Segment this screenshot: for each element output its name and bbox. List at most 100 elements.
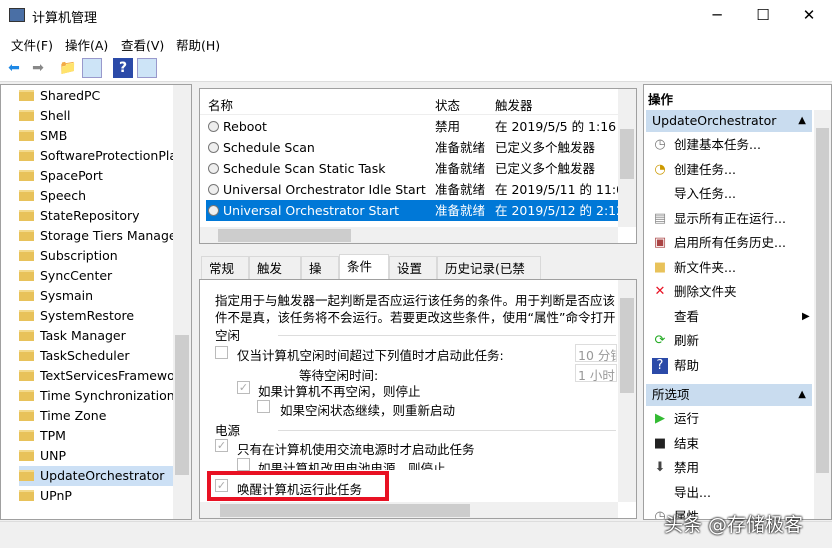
tree-item[interactable]: Subscription [19, 246, 174, 266]
tree-item[interactable]: TaskScheduler [19, 346, 174, 366]
restart-idle-checkbox[interactable] [257, 400, 270, 413]
minimize-button[interactable]: ─ [694, 0, 740, 32]
window-title: 计算机管理 [32, 11, 98, 26]
tree-item[interactable]: Shell [19, 106, 174, 126]
close-button[interactable]: ✕ [786, 0, 832, 32]
tree-item[interactable]: SystemRestore [19, 306, 174, 326]
delete-folder-icon: ✕ [654, 284, 666, 299]
tree-item[interactable]: Speech [19, 186, 174, 206]
collapse-icon[interactable]: ▲ [798, 110, 806, 132]
show-hide-tree-icon[interactable] [82, 58, 102, 78]
maximize-button[interactable]: ☐ [740, 0, 786, 32]
task-list-hscroll[interactable] [200, 227, 618, 243]
column-name[interactable]: 名称 [208, 95, 233, 114]
menu-action[interactable]: 操作(A) [65, 35, 108, 54]
tree-item-label: SharedPC [40, 88, 101, 103]
action-item[interactable]: ■ 新文件夹... [652, 256, 812, 280]
action-item[interactable]: 导入任务... [652, 182, 812, 206]
actions-scrollbar[interactable] [814, 110, 831, 519]
tree-item-label: Shell [40, 108, 71, 123]
tab-2[interactable]: 操作 [301, 256, 339, 299]
menu-file[interactable]: 文件(F) [11, 35, 53, 54]
task-list-vscroll[interactable] [618, 89, 636, 227]
tree-item[interactable]: StateRepository [19, 206, 174, 226]
tree-item[interactable]: UPnP [19, 486, 174, 506]
tree-item-label: Sysmain [40, 288, 94, 303]
tree-item[interactable]: UpdateOrchestrator [19, 466, 174, 486]
action-item[interactable]: ⟳ 刷新 [652, 329, 812, 353]
forward-icon[interactable]: ➡ [28, 58, 48, 78]
tree-item[interactable]: SpacePort [19, 166, 174, 186]
section-selected-item[interactable]: 所选项 ▲ [646, 384, 812, 406]
column-trigger[interactable]: 触发器 [495, 95, 533, 114]
action-label: 显示所有正在运行... [674, 210, 786, 226]
conditions-vscroll[interactable] [618, 280, 636, 502]
task-row[interactable]: Universal Orchestrator Idle Start 准备就绪在 2… [206, 179, 618, 200]
action-item[interactable]: ▶ 运行 [652, 407, 812, 431]
folder-icon [19, 190, 34, 201]
help-icon[interactable]: ? [113, 58, 133, 78]
action-item[interactable]: ⬇ 禁用 [652, 456, 812, 480]
stop-battery-checkbox[interactable] [237, 458, 250, 471]
tree-item[interactable]: SharedPC [19, 86, 174, 106]
action-item[interactable]: ▤ 显示所有正在运行... [652, 207, 812, 231]
tree-item[interactable]: Storage Tiers Manager [19, 226, 174, 246]
conditions-hscroll[interactable] [200, 502, 618, 518]
task-name: Schedule Scan Static Task [223, 161, 386, 176]
action-item[interactable]: ◷ 创建基本任务... [652, 133, 812, 157]
task-trigger: 在 2019/5/12 的 2:12 [495, 203, 618, 218]
show-hide-action-pane-icon[interactable] [137, 58, 157, 78]
menu-view[interactable]: 查看(V) [121, 35, 164, 54]
tree-item[interactable]: SMB [19, 126, 174, 146]
action-item[interactable]: ✕ 删除文件夹 [652, 280, 812, 304]
menu-help[interactable]: 帮助(H) [176, 35, 220, 54]
tab-4[interactable]: 设置 [389, 256, 437, 279]
action-item[interactable]: ▣ 启用所有任务历史... [652, 231, 812, 255]
tree-item[interactable]: Task Manager [19, 326, 174, 346]
task-row[interactable]: Reboot 禁用 在 2019/5/5 的 1:16 日 [206, 116, 618, 137]
tab-1[interactable]: 触发器 [249, 256, 301, 299]
computer-management-icon [9, 8, 25, 22]
tree-scrollbar[interactable] [173, 85, 191, 519]
task-row[interactable]: Schedule Scan 准备就绪 已定义多个触发器 [206, 137, 618, 158]
action-item[interactable]: ? 帮助 [652, 354, 812, 378]
idle-section-header: 空闲 [215, 328, 241, 343]
tree-item[interactable]: TPM [19, 426, 174, 446]
clock-icon [208, 163, 219, 174]
stop-idle-label: 如果计算机不再空闲，则停止 [258, 384, 421, 399]
tree-item[interactable]: Time Zone [19, 406, 174, 426]
tree-item-label: Time Zone [40, 408, 107, 423]
back-icon[interactable]: ⬅ [4, 58, 24, 78]
tree-item[interactable]: SoftwareProtectionPlat [19, 146, 174, 166]
stop-idle-checkbox[interactable]: ✓ [237, 381, 250, 394]
tree-item[interactable]: TextServicesFramework [19, 366, 174, 386]
up-folder-icon[interactable]: 📁 [58, 58, 78, 78]
tab-5[interactable]: 历史记录(已禁用) [437, 256, 541, 299]
action-item[interactable]: 查看 ▶ [652, 305, 812, 329]
idle-duration-select[interactable]: 10 分钟 [575, 344, 617, 362]
power-section-header: 电源 [215, 423, 241, 438]
wake-checkbox[interactable]: ✓ [215, 479, 228, 492]
tree-item[interactable]: SyncCenter [19, 266, 174, 286]
action-item[interactable]: ■ 结束 [652, 432, 812, 456]
section-updateorchestrator[interactable]: UpdateOrchestrator ▲ [646, 110, 812, 132]
tree-item[interactable]: Time Synchronization [19, 386, 174, 406]
wait-idle-select[interactable]: 1 小时 [575, 364, 617, 382]
task-row[interactable]: Universal Orchestrator Start 准备就绪在 2019/5… [206, 200, 618, 221]
action-label: 创建基本任务... [674, 137, 761, 152]
action-item[interactable]: 导出... [652, 481, 812, 505]
folder-icon [19, 450, 34, 461]
folder-icon [19, 270, 34, 281]
tree-item-label: StateRepository [40, 208, 140, 223]
tree-item[interactable]: UNP [19, 446, 174, 466]
tab-3[interactable]: 条件 [339, 254, 389, 280]
tab-0[interactable]: 常规 [201, 256, 249, 279]
task-row[interactable]: Schedule Scan Static Task 准备就绪 已定义多个触发器 [206, 158, 618, 179]
ac-power-checkbox[interactable]: ✓ [215, 439, 228, 452]
idle-start-checkbox[interactable] [215, 346, 228, 359]
collapse-icon[interactable]: ▲ [798, 384, 806, 406]
action-item[interactable]: ◔ 创建任务... [652, 158, 812, 182]
column-status[interactable]: 状态 [435, 95, 460, 114]
tree-item[interactable]: Sysmain [19, 286, 174, 306]
action-label: 禁用 [674, 460, 700, 475]
